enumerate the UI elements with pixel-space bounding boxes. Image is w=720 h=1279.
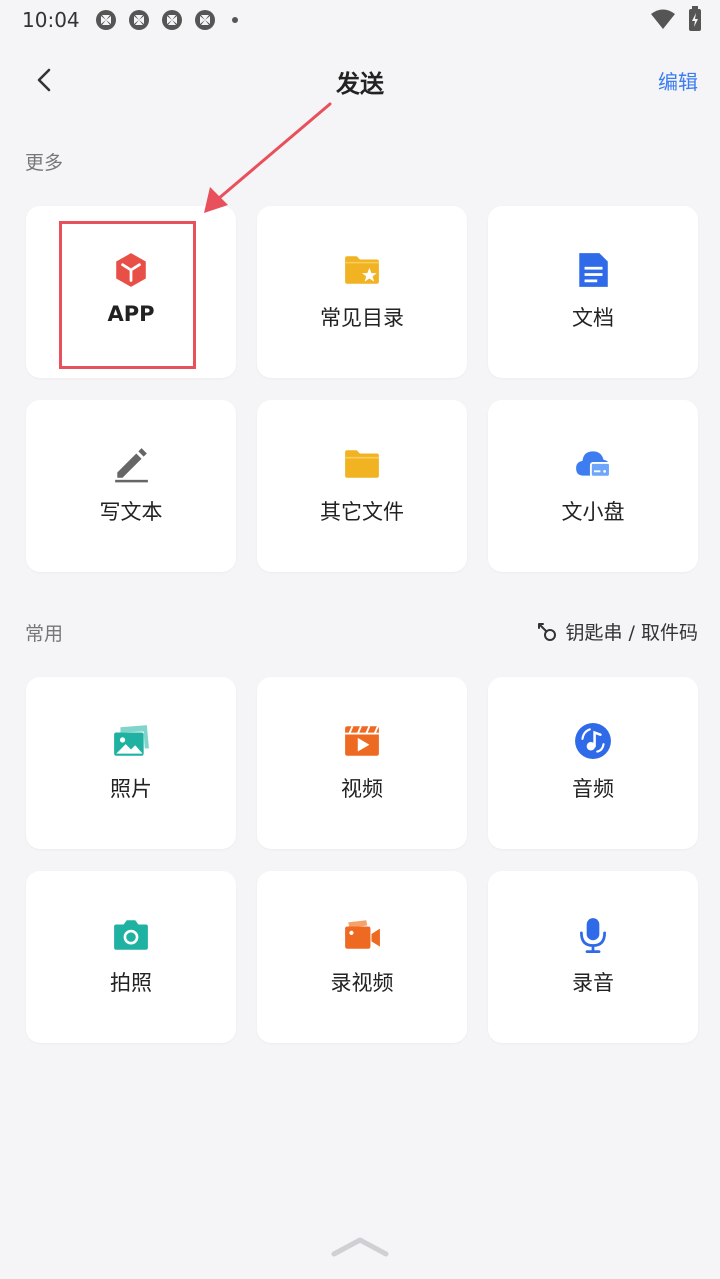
card-label: 文小盘 — [561, 500, 625, 524]
shortcut-label: 钥匙串 / 取件码 — [565, 622, 698, 644]
camera-icon — [111, 915, 151, 955]
card-label: APP — [107, 302, 155, 326]
chevron-up-icon — [331, 1237, 389, 1257]
notification-icon — [194, 10, 215, 30]
notification-icon — [128, 10, 149, 30]
card-app[interactable]: APP — [26, 206, 236, 378]
notification-icons — [94, 8, 238, 32]
folder-star-icon — [342, 250, 382, 290]
page-title: 发送 — [336, 70, 384, 98]
notification-icon — [161, 10, 182, 30]
card-label: 写文本 — [99, 500, 163, 524]
card-cloud-disk[interactable]: 文小盘 — [488, 400, 698, 572]
card-documents[interactable]: 文档 — [488, 206, 698, 378]
video-camera-icon — [342, 915, 382, 955]
card-photos[interactable]: 照片 — [26, 677, 236, 849]
card-label: 视频 — [341, 777, 383, 801]
section-label-common: 常用 — [25, 623, 64, 645]
pencil-icon — [111, 444, 151, 484]
status-bar: 10:04 — [0, 0, 720, 40]
wifi-icon — [651, 9, 675, 29]
expand-handle[interactable] — [330, 1232, 390, 1262]
edit-button[interactable]: 编辑 — [658, 66, 698, 95]
card-label: 音频 — [572, 777, 614, 801]
status-time: 10:04 — [22, 8, 80, 32]
card-record-audio[interactable]: 录音 — [488, 871, 698, 1043]
card-label: 照片 — [110, 777, 152, 801]
system-icons — [650, 6, 702, 32]
key-icon — [537, 622, 556, 641]
card-audio[interactable]: 音频 — [488, 677, 698, 849]
section-label-more: 更多 — [25, 152, 64, 174]
notification-icon — [95, 10, 116, 30]
microphone-icon — [573, 915, 613, 955]
video-clapper-icon — [342, 721, 382, 761]
card-record-video[interactable]: 录视频 — [257, 871, 467, 1043]
card-label: 文档 — [572, 306, 614, 330]
folder-icon — [342, 444, 382, 484]
card-label: 其它文件 — [320, 500, 404, 524]
card-label: 拍照 — [110, 971, 152, 995]
card-label: 录音 — [572, 971, 614, 995]
battery-icon — [689, 6, 701, 31]
card-label: 录视频 — [330, 971, 394, 995]
card-label: 常见目录 — [320, 306, 404, 330]
music-disc-icon — [573, 721, 613, 761]
cube-icon — [111, 250, 151, 290]
keychain-pickup-code-link[interactable]: 钥匙串 / 取件码 — [536, 618, 698, 645]
card-videos[interactable]: 视频 — [257, 677, 467, 849]
header: 发送 编辑 — [0, 48, 720, 112]
more-notifications-dot — [231, 17, 238, 23]
cloud-drive-icon — [573, 444, 613, 484]
card-other-files[interactable]: 其它文件 — [257, 400, 467, 572]
document-icon — [573, 250, 613, 290]
card-common-dirs[interactable]: 常见目录 — [257, 206, 467, 378]
photos-icon — [111, 721, 151, 761]
card-write-text[interactable]: 写文本 — [26, 400, 236, 572]
card-take-photo[interactable]: 拍照 — [26, 871, 236, 1043]
